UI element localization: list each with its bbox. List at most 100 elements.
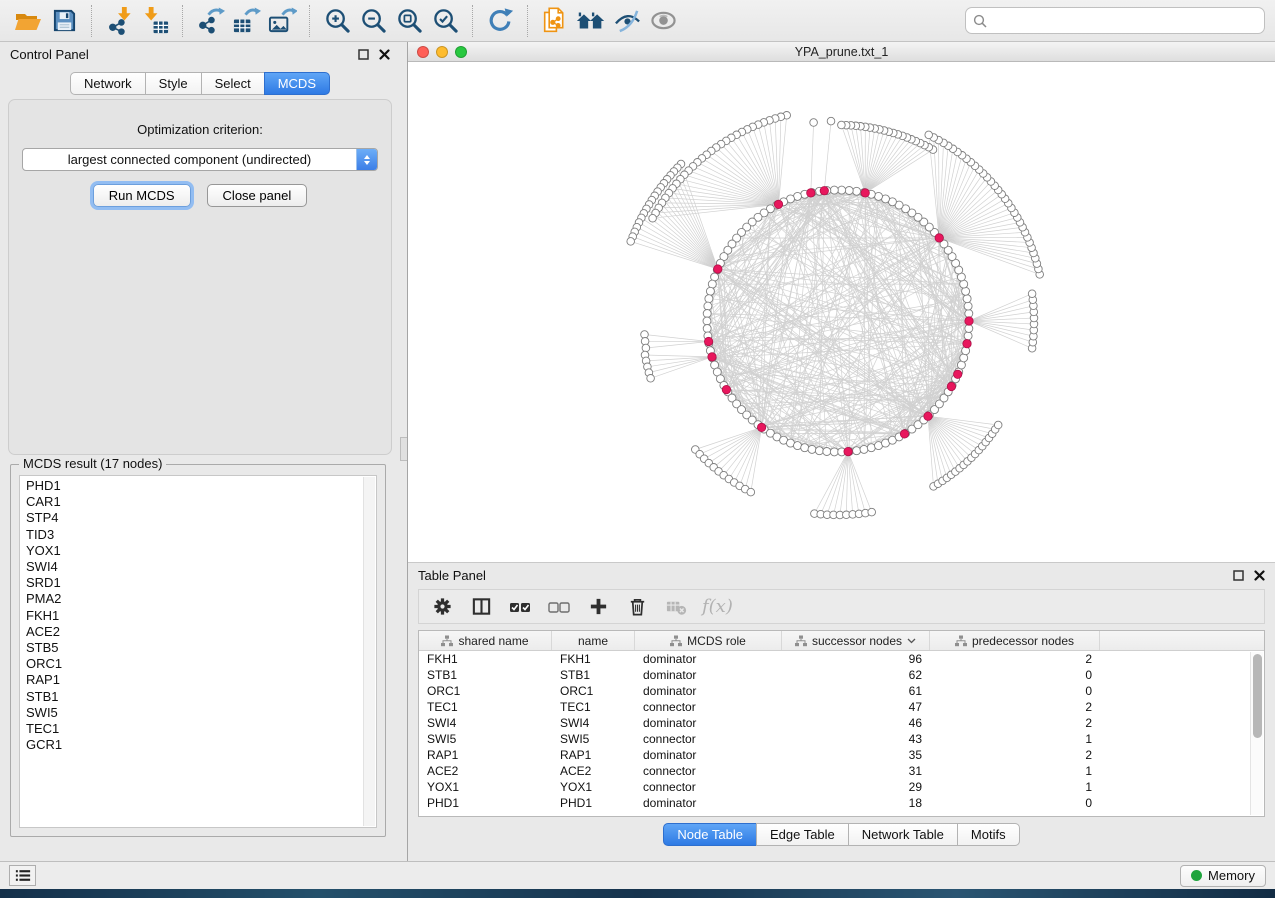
apply-layout-icon[interactable] <box>482 4 518 38</box>
export-image-icon[interactable] <box>264 4 300 38</box>
tab-style[interactable]: Style <box>145 72 202 95</box>
zoom-out-icon[interactable] <box>355 4 391 38</box>
memory-button[interactable]: Memory <box>1180 865 1266 887</box>
save-session-icon[interactable] <box>46 4 82 38</box>
cell-mcds-role: connector <box>635 732 782 746</box>
table-row[interactable]: ORC1ORC1dominator610 <box>419 683 1264 699</box>
list-item[interactable]: STB1 <box>20 689 362 705</box>
import-network-icon[interactable] <box>101 4 137 38</box>
table-scrollbar[interactable] <box>1250 652 1263 815</box>
mcds-options-panel: Optimization criterion: largest connecte… <box>8 99 392 455</box>
column-header-shared-name[interactable]: shared name <box>419 631 552 650</box>
list-scrollbar[interactable] <box>363 477 375 826</box>
new-network-from-selection-icon[interactable] <box>537 4 573 38</box>
column-header-successor-nodes[interactable]: successor nodes <box>782 631 930 650</box>
table-row[interactable]: STB1STB1dominator620 <box>419 667 1264 683</box>
zoom-fit-icon[interactable] <box>391 4 427 38</box>
cell-predecessor-nodes: 0 <box>930 796 1100 810</box>
run-mcds-button[interactable]: Run MCDS <box>93 184 191 207</box>
tab-motifs[interactable]: Motifs <box>957 823 1020 846</box>
list-item[interactable]: YOX1 <box>20 543 362 559</box>
list-item[interactable]: TID3 <box>20 527 362 543</box>
float-panel-icon[interactable] <box>357 48 369 60</box>
table-row[interactable]: FKH1FKH1dominator962 <box>419 651 1264 667</box>
close-window-icon[interactable] <box>417 46 429 58</box>
float-panel-icon[interactable] <box>1232 570 1244 582</box>
zoom-in-icon[interactable] <box>319 4 355 38</box>
tab-network-table[interactable]: Network Table <box>848 823 958 846</box>
list-item[interactable]: SRD1 <box>20 575 362 591</box>
cell-name: TEC1 <box>552 700 635 714</box>
tab-mcds[interactable]: MCDS <box>264 72 330 95</box>
list-item[interactable]: ORC1 <box>20 656 362 672</box>
show-hidden-nodes-icon[interactable] <box>645 4 681 38</box>
table-row[interactable]: SWI5SWI5connector431 <box>419 731 1264 747</box>
list-item[interactable]: RAP1 <box>20 672 362 688</box>
table-panel-title: Table Panel <box>418 568 486 583</box>
list-item[interactable]: PHD1 <box>20 478 362 494</box>
table-tabbar: Node TableEdge TableNetwork TableMotifs <box>408 823 1275 846</box>
import-table-icon[interactable] <box>137 4 173 38</box>
task-history-button[interactable] <box>9 865 36 886</box>
network-titlebar[interactable]: YPA_prune.txt_1 <box>408 42 1275 62</box>
table-row[interactable]: SWI4SWI4dominator462 <box>419 715 1264 731</box>
table-row[interactable]: TEC1TEC1connector472 <box>419 699 1264 715</box>
column-type-icon <box>670 635 682 647</box>
zoom-selected-icon[interactable] <box>427 4 463 38</box>
cell-mcds-role: connector <box>635 764 782 778</box>
list-item[interactable]: CAR1 <box>20 494 362 510</box>
close-panel-icon[interactable] <box>378 48 390 60</box>
minimize-window-icon[interactable] <box>436 46 448 58</box>
table-row[interactable]: RAP1RAP1dominator352 <box>419 747 1264 763</box>
maximize-window-icon[interactable] <box>455 46 467 58</box>
cell-successor-nodes: 31 <box>782 764 930 778</box>
table-row[interactable]: YOX1YOX1connector291 <box>419 779 1264 795</box>
table-row[interactable]: PHD1PHD1dominator180 <box>419 795 1264 811</box>
network-window-title: YPA_prune.txt_1 <box>795 45 889 59</box>
delete-column-icon[interactable] <box>622 593 652 621</box>
column-header-predecessor-nodes[interactable]: predecessor nodes <box>930 631 1100 650</box>
tab-select[interactable]: Select <box>201 72 265 95</box>
list-item[interactable]: ACE2 <box>20 624 362 640</box>
network-canvas[interactable] <box>408 62 1275 562</box>
list-item[interactable]: SWI4 <box>20 559 362 575</box>
list-item[interactable]: SWI5 <box>20 705 362 721</box>
list-item[interactable]: STP4 <box>20 510 362 526</box>
list-item[interactable]: FKH1 <box>20 608 362 624</box>
cell-predecessor-nodes: 1 <box>930 780 1100 794</box>
tab-node-table[interactable]: Node Table <box>663 823 757 846</box>
column-header-mcds-role[interactable]: MCDS role <box>635 631 782 650</box>
criterion-select[interactable]: largest connected component (undirected) <box>22 148 378 171</box>
list-item[interactable]: TEC1 <box>20 721 362 737</box>
table-options-icon[interactable] <box>427 593 457 621</box>
select-all-icon[interactable] <box>505 593 535 621</box>
panel-splitter[interactable] <box>400 42 408 861</box>
list-item[interactable]: PMA2 <box>20 591 362 607</box>
delete-table-icon[interactable] <box>661 593 691 621</box>
tab-edge-table[interactable]: Edge Table <box>756 823 849 846</box>
show-all-networks-icon[interactable] <box>573 4 609 38</box>
close-panel-button[interactable]: Close panel <box>207 184 308 207</box>
table-scrollbar-thumb[interactable] <box>1253 654 1262 738</box>
list-item[interactable]: GCR1 <box>20 737 362 753</box>
open-file-icon[interactable] <box>10 4 46 38</box>
search-input[interactable] <box>992 13 1257 28</box>
show-column-icon[interactable] <box>466 593 496 621</box>
column-header-name[interactable]: name <box>552 631 635 650</box>
list-item[interactable]: STB5 <box>20 640 362 656</box>
deselect-all-icon[interactable] <box>544 593 574 621</box>
add-column-icon[interactable] <box>583 593 613 621</box>
export-network-icon[interactable] <box>192 4 228 38</box>
splitter-grip-icon[interactable] <box>400 437 407 461</box>
table-row[interactable]: ACE2ACE2connector311 <box>419 763 1264 779</box>
close-panel-icon[interactable] <box>1253 570 1265 582</box>
hide-selected-nodes-icon[interactable] <box>609 4 645 38</box>
cell-name: ORC1 <box>552 684 635 698</box>
desktop-background <box>0 889 1275 898</box>
export-table-icon[interactable] <box>228 4 264 38</box>
tab-network[interactable]: Network <box>70 72 146 95</box>
chevron-down-icon[interactable] <box>907 638 916 644</box>
function-builder-icon[interactable]: f(x) <box>700 596 733 617</box>
column-header-filler <box>1100 631 1264 650</box>
cell-mcds-role: connector <box>635 780 782 794</box>
